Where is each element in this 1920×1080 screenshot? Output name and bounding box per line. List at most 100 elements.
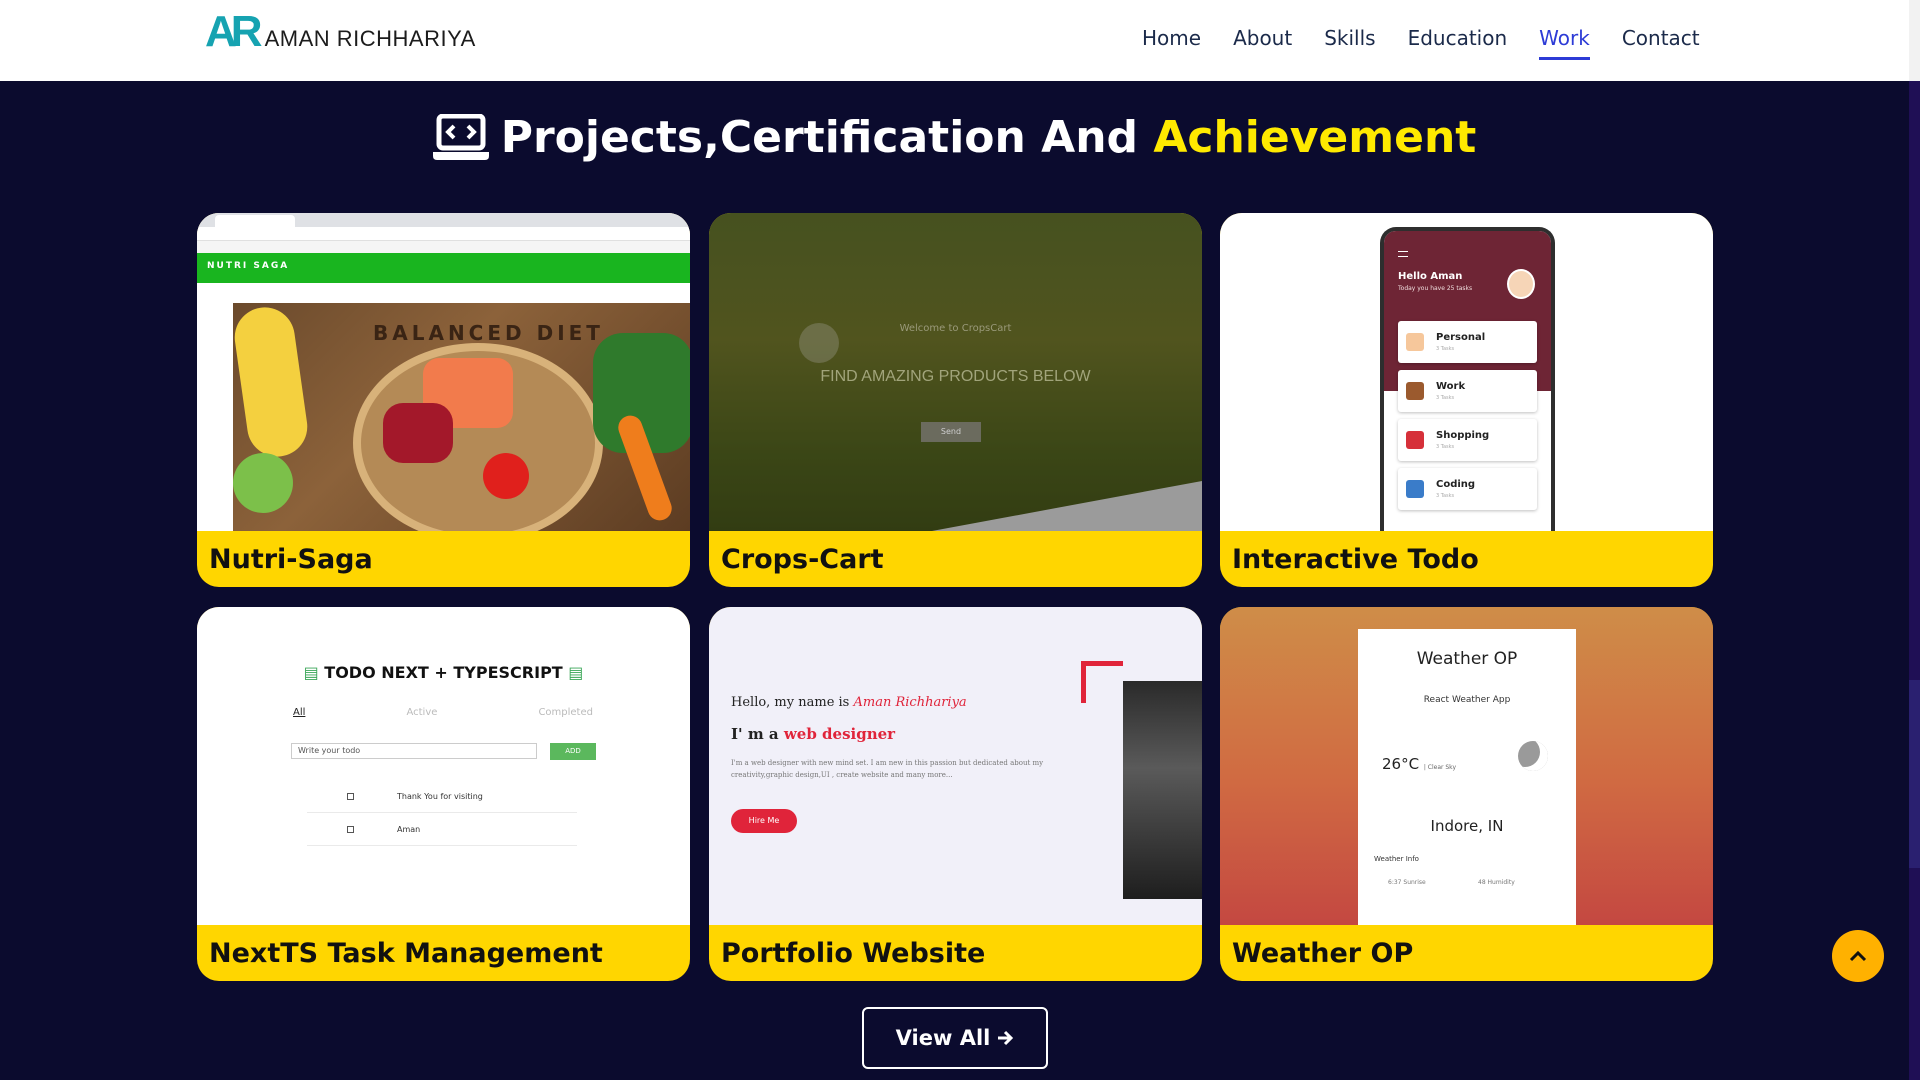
briefcase-icon	[1406, 382, 1424, 400]
iam-text: I' m a	[731, 725, 779, 743]
role-text: web designer	[783, 725, 896, 743]
portfolio-photo	[1123, 681, 1202, 899]
list-item: Personal 3 Tasks	[1398, 321, 1537, 363]
nav-education[interactable]: Education	[1408, 26, 1508, 60]
title-prefix: Projects,Certification And	[500, 112, 1139, 163]
list-item: Work 3 Tasks	[1398, 370, 1537, 412]
browser-urlbar	[197, 227, 690, 241]
project-title: Interactive Todo	[1232, 544, 1479, 575]
checkbox	[347, 793, 354, 800]
checkbox	[347, 826, 354, 833]
preview-footer-shape	[932, 481, 1202, 531]
category-name: Coding	[1436, 479, 1476, 490]
scroll-to-top-button[interactable]	[1832, 930, 1884, 982]
browser-tabbar	[197, 213, 690, 227]
balanced-diet-photo: BALANCED DIET	[230, 303, 690, 531]
preview-title: ▤ TODO NEXT + TYPESCRIPT ▤	[197, 663, 690, 682]
list-item: Coding 3 Tasks	[1398, 468, 1537, 510]
project-card-weather-op[interactable]: Weather OP React Weather App 26°C | Clea…	[1220, 607, 1713, 981]
nav-about[interactable]: About	[1233, 26, 1292, 60]
preview-title-text: TODO NEXT + TYPESCRIPT	[324, 663, 563, 682]
site-header: AR AMAN RICHHARIYA Home About Skills Edu…	[0, 0, 1909, 81]
project-card-nutri-saga[interactable]: NUTRI SAGA BALANCED DIET Nutri-Saga	[197, 213, 690, 587]
category-count: 3 Tasks	[1436, 444, 1455, 450]
tab-all: All	[293, 707, 306, 718]
phone-mockup: Hello Aman Today you have 25 tasks Perso…	[1380, 227, 1555, 531]
category-name: Personal	[1436, 332, 1486, 343]
project-preview: NUTRI SAGA BALANCED DIET	[197, 213, 690, 531]
laptop-code-icon	[432, 113, 489, 160]
project-title: Nutri-Saga	[209, 544, 373, 575]
preview-welcome: Welcome to CropsCart	[899, 323, 1012, 334]
category-name: Work	[1436, 381, 1466, 392]
project-card-portfolio-website[interactable]: Hello, my name is Aman Richhariya I' m a…	[709, 607, 1202, 981]
logo-mark: AR	[205, 7, 263, 56]
person-icon	[1406, 333, 1424, 351]
preview-info-label: Weather Info	[1374, 855, 1419, 863]
project-preview: Hello, my name is Aman Richhariya I' m a…	[709, 607, 1202, 925]
site-logo[interactable]: AR AMAN RICHHARIYA	[205, 7, 476, 56]
category-count: 3 Tasks	[1436, 493, 1455, 499]
nav-skills[interactable]: Skills	[1324, 26, 1375, 60]
preview-stat-sunrise: 6:37 Sunrise	[1388, 879, 1426, 886]
preview-city: Indore, IN	[1430, 817, 1504, 835]
category-count: 3 Tasks	[1436, 395, 1455, 401]
project-preview: Welcome to CropsCart FIND AMAZING PRODUC…	[709, 213, 1202, 531]
preview-role: I' m a web designer	[731, 725, 895, 743]
page-title: Projects,Certification And Achievement	[501, 112, 1477, 163]
temp-value: 26°C	[1382, 755, 1420, 773]
moon-icon	[1518, 741, 1548, 771]
project-preview: Weather OP React Weather App 26°C | Clea…	[1220, 607, 1713, 925]
preview-hire-button: Hire Me	[731, 809, 797, 833]
view-all-button[interactable]: View All	[862, 1007, 1048, 1069]
nav-home[interactable]: Home	[1142, 26, 1201, 60]
scrollbar-thumb[interactable]	[1909, 680, 1920, 868]
avatar	[1507, 269, 1535, 299]
clipboard-icon: ▤	[568, 663, 584, 682]
decorative-bracket	[1081, 661, 1123, 703]
list-item: Thank You for visiting	[307, 783, 577, 813]
project-title: NextTS Task Management	[209, 938, 603, 969]
nav-work[interactable]: Work	[1539, 26, 1590, 60]
preview-send-button: Send	[921, 422, 981, 442]
hello-name: Aman Richhariya	[853, 695, 967, 710]
project-title: Weather OP	[1232, 938, 1414, 969]
tab-completed: Completed	[538, 707, 593, 718]
preview-hello: Hello, my name is Aman Richhariya	[731, 695, 967, 710]
todo-text: Aman	[397, 825, 421, 834]
preview-add-button: ADD	[550, 743, 596, 760]
sky-text: | Clear Sky	[1423, 764, 1456, 771]
preview-greeting: Hello Aman	[1398, 271, 1463, 282]
page-scrollbar[interactable]	[1909, 0, 1920, 1080]
preview-subtitle: React Weather App	[1423, 695, 1511, 705]
preview-headline: FIND AMAZING PRODUCTS BELOW	[820, 368, 1091, 385]
view-all-label: View All	[895, 1026, 991, 1050]
menu-icon	[1398, 251, 1408, 257]
project-title: Crops-Cart	[721, 544, 884, 575]
preview-title: Weather OP	[1416, 649, 1518, 669]
category-list: Personal 3 Tasks Work 3 Tasks Shopping 3…	[1398, 321, 1537, 517]
category-count: 3 Tasks	[1436, 346, 1455, 352]
clipboard-icon: ▤	[303, 663, 319, 682]
shopping-bag-icon	[1406, 431, 1424, 449]
chevron-up-icon	[1849, 950, 1867, 962]
monitor-icon	[1406, 480, 1424, 498]
project-preview: ▤ TODO NEXT + TYPESCRIPT ▤ All Active Co…	[197, 607, 690, 925]
project-card-nextts-task-management[interactable]: ▤ TODO NEXT + TYPESCRIPT ▤ All Active Co…	[197, 607, 690, 981]
list-item: Shopping 3 Tasks	[1398, 419, 1537, 461]
nav-contact[interactable]: Contact	[1622, 26, 1700, 60]
title-accent: Achievement	[1153, 112, 1477, 163]
project-preview: Hello Aman Today you have 25 tasks Perso…	[1220, 213, 1713, 531]
section-heading: Projects,Certification And Achievement	[0, 112, 1909, 163]
project-card-interactive-todo[interactable]: Hello Aman Today you have 25 tasks Perso…	[1220, 213, 1713, 587]
preview-site-title: NUTRI SAGA	[207, 261, 290, 271]
photo-caption: BALANCED DIET	[373, 321, 604, 345]
category-name: Shopping	[1436, 430, 1490, 441]
project-title: Portfolio Website	[721, 938, 986, 969]
scrollbar-top	[1909, 0, 1920, 81]
preview-todo-input: Write your todo	[291, 743, 537, 759]
todo-text: Thank You for visiting	[397, 792, 483, 801]
preview-temperature: 26°C | Clear Sky	[1382, 755, 1456, 773]
project-card-crops-cart[interactable]: Welcome to CropsCart FIND AMAZING PRODUC…	[709, 213, 1202, 587]
main-nav: Home About Skills Education Work Contact	[1142, 26, 1700, 60]
